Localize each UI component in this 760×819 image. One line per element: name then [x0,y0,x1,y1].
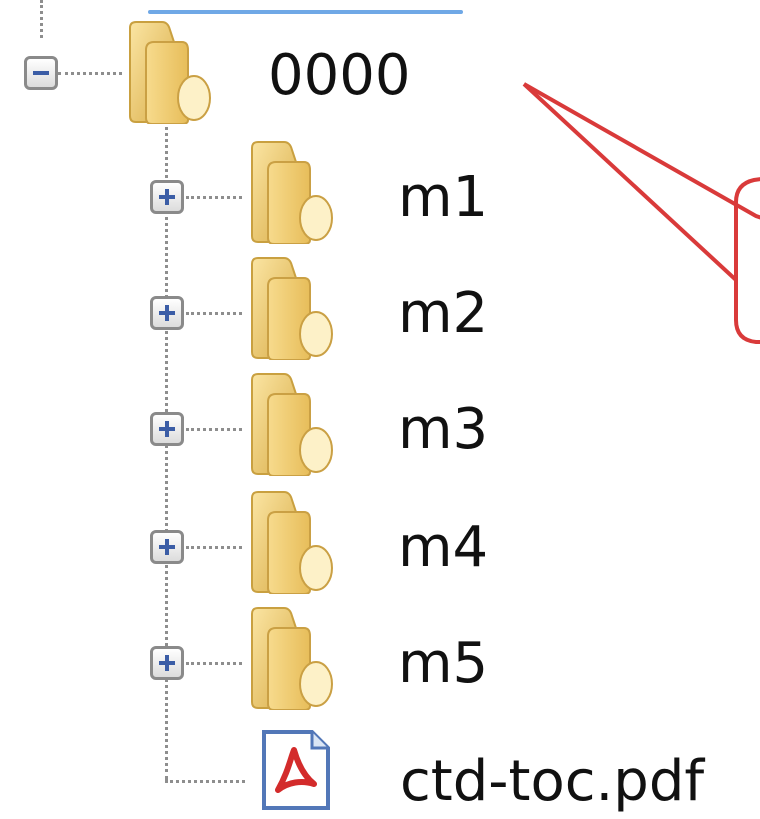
tree-line [186,196,242,199]
tree-line [165,780,245,783]
tree-line [58,72,122,75]
tree-line [186,312,242,315]
expand-toggle[interactable] [150,296,184,330]
expand-toggle[interactable] [150,412,184,446]
folder-icon [244,606,336,710]
tree-line [165,120,168,780]
tree-node-label[interactable]: m4 [398,518,488,578]
tree-node-label[interactable]: 0000 [268,46,411,106]
expand-toggle[interactable] [150,530,184,564]
expand-toggle[interactable] [150,180,184,214]
tree-file-label[interactable]: ctd-toc.pdf [400,752,704,812]
expand-toggle[interactable] [150,646,184,680]
plus-icon [165,655,169,671]
folder-icon [122,20,214,124]
tree-line [186,662,242,665]
callout-annotation [522,82,760,344]
pdf-file-icon [258,730,334,810]
plus-icon [165,539,169,555]
tree-line [186,546,242,549]
tree-node-label[interactable]: m3 [398,400,488,460]
collapse-toggle[interactable] [24,56,58,90]
tree-node-label[interactable]: m2 [398,284,488,344]
tree-node-label[interactable]: m5 [398,634,488,694]
tree-line [186,428,242,431]
folder-icon [244,140,336,244]
plus-icon [165,421,169,437]
selection-bar [148,10,463,14]
folder-icon [244,372,336,476]
folder-icon [244,256,336,360]
tree-line [40,0,43,38]
plus-icon [165,305,169,321]
minus-icon [33,71,49,75]
folder-icon [244,490,336,594]
tree-node-label[interactable]: m1 [398,168,488,228]
plus-icon [165,189,169,205]
